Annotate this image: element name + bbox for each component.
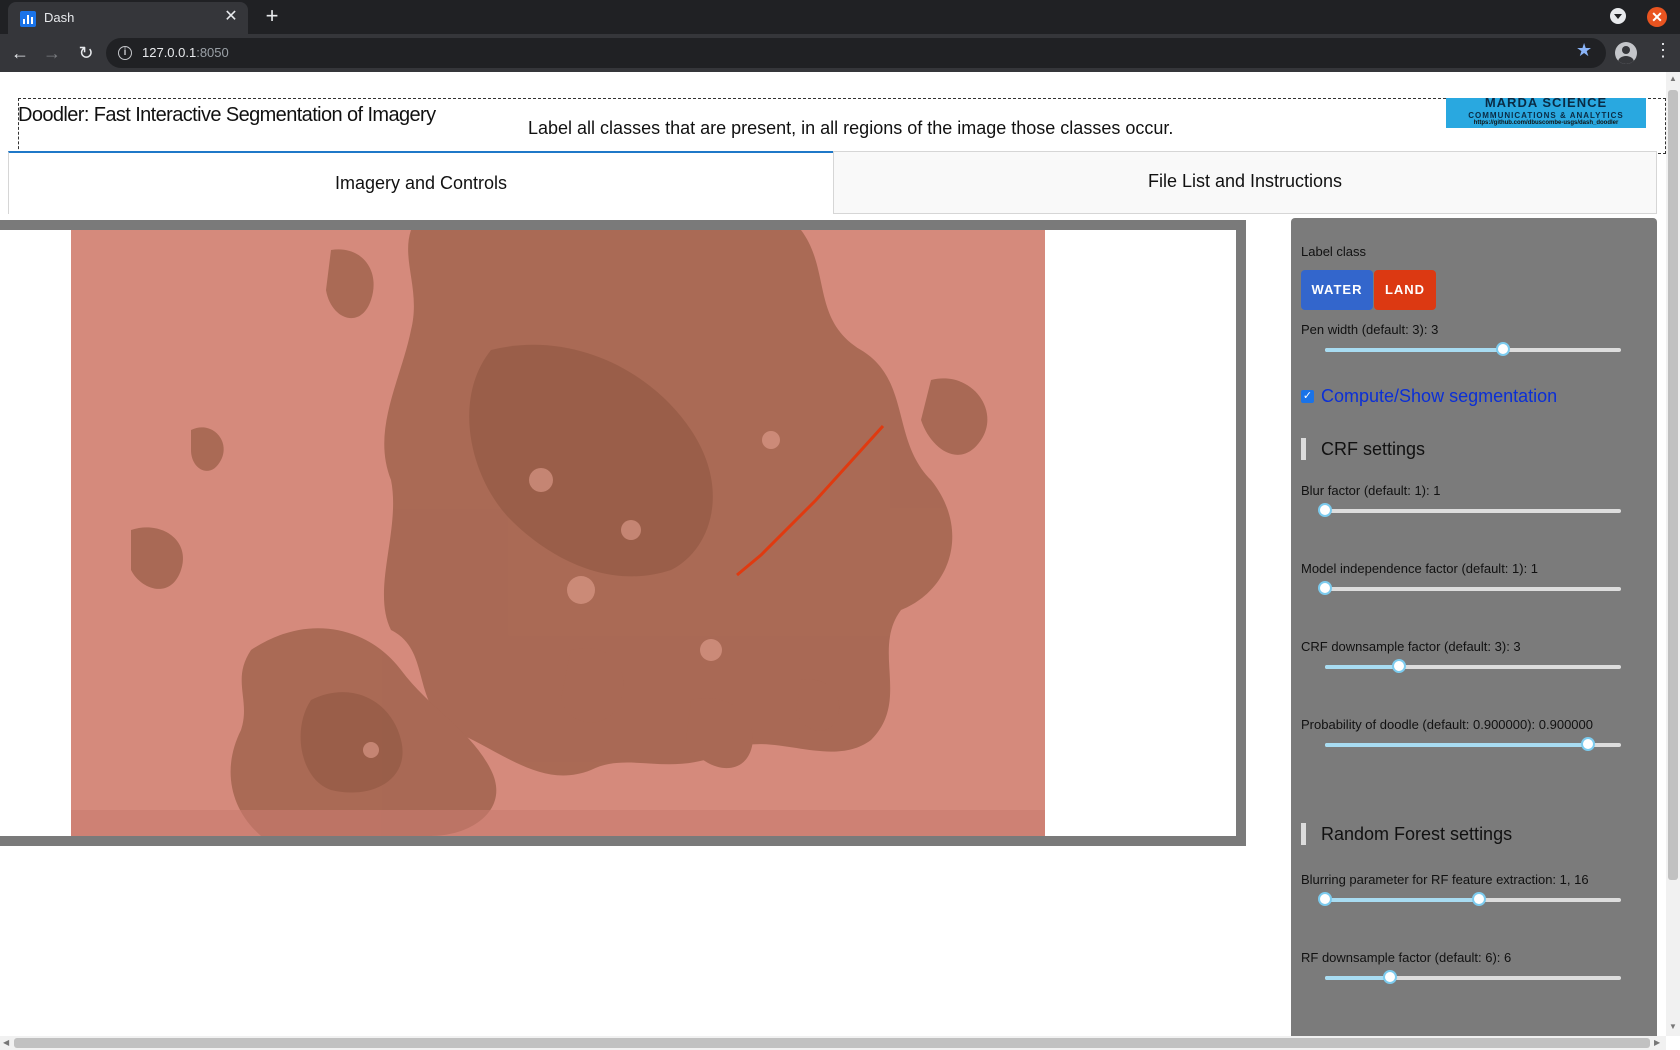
window-close-icon[interactable]: ✕	[1647, 7, 1667, 27]
model-independence-slider[interactable]	[1318, 581, 1621, 595]
browser-tabstrip: Dash ✕ + ✕	[0, 0, 1680, 34]
pen-width-slider[interactable]	[1325, 342, 1621, 356]
rf-downsample-label: RF downsample factor (default: 6): 6	[1301, 950, 1512, 965]
slider-handle[interactable]	[1318, 581, 1332, 595]
back-arrow-icon[interactable]: ←	[8, 41, 32, 65]
bookmark-star-icon[interactable]: ★	[1576, 40, 1592, 61]
model-independence-label: Model independence factor (default: 1): …	[1301, 561, 1539, 576]
compute-segmentation-checkbox[interactable]: ✓	[1301, 390, 1314, 403]
compute-segmentation-label[interactable]: Compute/Show segmentation	[1321, 386, 1557, 407]
scroll-right-icon[interactable]: ▶	[1654, 1038, 1660, 1047]
rf-blurring-range-slider[interactable]	[1318, 892, 1621, 906]
browser-tab[interactable]: Dash ✕	[8, 2, 248, 34]
crf-downsample-slider[interactable]	[1325, 659, 1621, 673]
image-panel	[0, 220, 1246, 846]
reload-icon[interactable]: ↻	[74, 41, 98, 65]
url-text: 127.0.0.1:8050	[142, 45, 229, 60]
scroll-up-icon[interactable]: ▲	[1669, 74, 1677, 83]
browser-menu-icon[interactable]: ⋮	[1654, 40, 1672, 60]
tab-title: Dash	[44, 10, 75, 25]
label-class-title: Label class	[1301, 244, 1367, 259]
scroll-left-icon[interactable]: ◀	[3, 1038, 9, 1047]
rf-blurring-parameter-label: Blurring parameter for RF feature extrac…	[1301, 872, 1589, 887]
tab-search-icon[interactable]	[1610, 8, 1626, 24]
instruction-text: Label all classes that are present, in a…	[528, 118, 1174, 138]
profile-avatar-icon[interactable]	[1615, 42, 1637, 64]
forward-arrow-icon[interactable]: →	[40, 41, 64, 65]
browser-toolbar: ← → ↻ i 127.0.0.1:8050	[0, 34, 1680, 72]
probability-of-doodle-label: Probability of doodle (default: 0.900000…	[1301, 717, 1593, 732]
crf-settings-heading: CRF settings	[1301, 438, 1425, 460]
slider-handle[interactable]	[1495, 342, 1510, 356]
probability-of-doodle-slider[interactable]	[1325, 737, 1621, 751]
land-class-button[interactable]: LAND	[1374, 270, 1436, 310]
tab-close-icon[interactable]: ✕	[222, 8, 240, 26]
range-handle-high[interactable]	[1471, 892, 1486, 906]
crf-downsample-label: CRF downsample factor (default: 3): 3	[1301, 639, 1521, 654]
rf-downsample-slider[interactable]	[1325, 970, 1621, 984]
controls-panel: Label class WATER LAND Pen width (defaul…	[1291, 218, 1657, 1036]
slider-handle[interactable]	[1383, 970, 1398, 984]
tab-file-list-and-instructions[interactable]: File List and Instructions	[833, 151, 1657, 214]
horizontal-scroll-thumb[interactable]	[14, 1038, 1650, 1048]
vertical-scroll-thumb[interactable]	[1668, 90, 1678, 880]
new-tab-plus-icon[interactable]: +	[260, 4, 284, 28]
tab-imagery-and-controls[interactable]: Imagery and Controls	[8, 151, 833, 214]
logo-url-text: https://github.com/dbuscombe-usgs/dash_d…	[1473, 120, 1619, 126]
horizontal-scrollbar[interactable]: ◀ ▶	[0, 1036, 1666, 1050]
annotation-image-canvas[interactable]	[71, 230, 1045, 836]
dash-favicon-icon	[20, 11, 36, 27]
site-info-icon[interactable]: i	[118, 46, 132, 60]
water-class-button[interactable]: WATER	[1301, 270, 1373, 310]
slider-handle[interactable]	[1392, 659, 1406, 673]
random-forest-settings-heading: Random Forest settings	[1301, 823, 1512, 845]
scroll-down-icon[interactable]: ▼	[1669, 1022, 1677, 1031]
app-title: Doodler: Fast Interactive Segmentation o…	[18, 104, 436, 126]
range-handle-low[interactable]	[1318, 892, 1332, 906]
blur-factor-label: Blur factor (default: 1): 1	[1301, 483, 1441, 498]
aerial-image	[71, 230, 1045, 836]
slider-handle[interactable]	[1581, 737, 1596, 751]
blur-factor-slider[interactable]	[1318, 503, 1621, 517]
pen-width-label: Pen width (default: 3): 3	[1301, 322, 1439, 337]
address-bar[interactable]: i 127.0.0.1:8050	[106, 38, 1606, 68]
slider-handle[interactable]	[1318, 503, 1332, 517]
page-content: Doodler: Fast Interactive Segmentation o…	[0, 72, 1666, 1036]
graph-area	[0, 230, 1236, 836]
vertical-scrollbar[interactable]: ▲ ▼	[1666, 72, 1680, 1036]
